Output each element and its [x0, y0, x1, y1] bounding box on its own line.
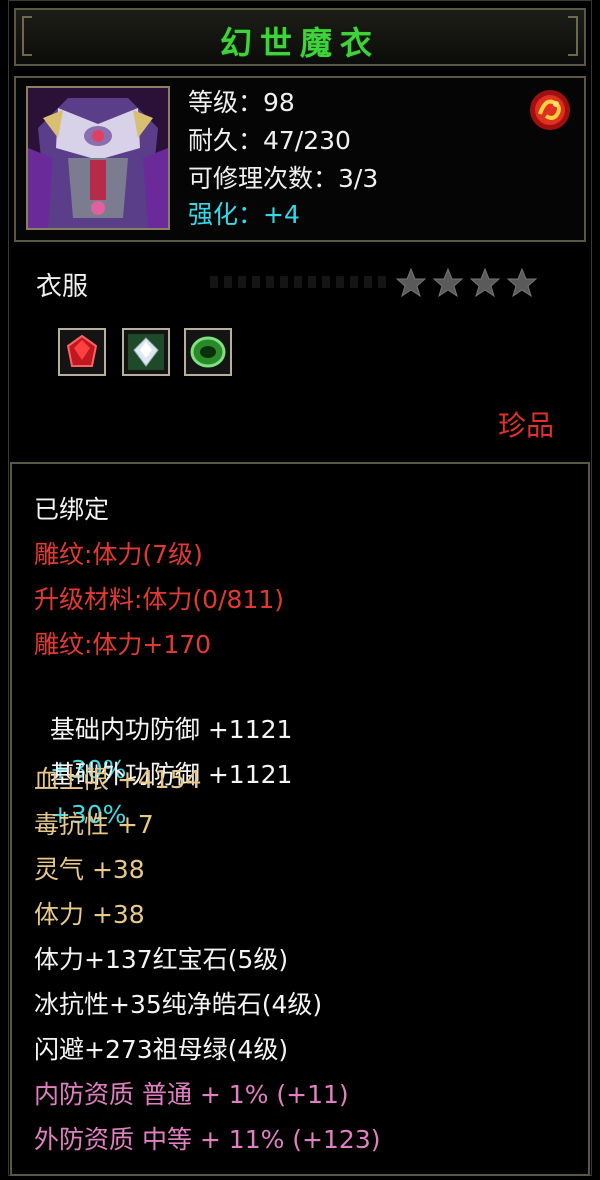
star-icon [433, 268, 463, 298]
repair-count-text: 可修理次数：3/3 [188, 164, 379, 193]
star-icon [396, 268, 426, 298]
item-name: 幻世魔衣 [219, 24, 380, 62]
engrave-bonus-line: 雕纹:体力+170 [34, 630, 212, 659]
star-icon [470, 268, 500, 298]
gem-stamina-line: 体力+137红宝石(5级) [34, 945, 289, 974]
title-bar: 幻世魔衣 [14, 8, 586, 66]
hp-max-line: 血上限 +4154 [34, 765, 202, 794]
spirit-line: 灵气 +38 [34, 855, 145, 884]
bound-status: 已绑定 [34, 495, 110, 524]
rarity-label: 珍品 [497, 409, 554, 442]
armor-portrait-icon [26, 86, 170, 230]
item-type: 衣服 [36, 272, 89, 302]
inner-quality-line: 内防资质 普通 + 1% (+11) [34, 1080, 349, 1109]
outer-quality-line: 外防资质 中等 + 11% (+123) [34, 1125, 381, 1154]
star-rating [396, 268, 537, 298]
engrave-line: 雕纹:体力(7级) [34, 540, 203, 569]
item-info-panel: 等级：98 耐久：47/230 可修理次数：3/3 强化：+4 [14, 76, 586, 242]
gem-ice-resist-line: 冰抗性+35纯净皓石(4级) [34, 990, 323, 1019]
stamina-line: 体力 +38 [34, 900, 145, 929]
durability-text: 耐久：47/230 [188, 126, 351, 155]
faint-star-slots [210, 276, 390, 288]
enhance-text: 强化：+4 [188, 200, 300, 229]
fire-emblem-icon [526, 86, 574, 134]
pure-diamond-gem-icon[interactable] [122, 328, 170, 376]
emerald-gem-icon[interactable] [184, 328, 232, 376]
upgrade-material-line: 升级材料:体力(0/811) [34, 585, 284, 614]
gem-dodge-line: 闪避+273祖母绿(4级) [34, 1035, 289, 1064]
level-text: 等级：98 [188, 88, 295, 117]
ruby-gem-icon[interactable] [58, 328, 106, 376]
star-icon [507, 268, 537, 298]
poison-resist-line: 毒抗性 +7 [34, 810, 154, 839]
